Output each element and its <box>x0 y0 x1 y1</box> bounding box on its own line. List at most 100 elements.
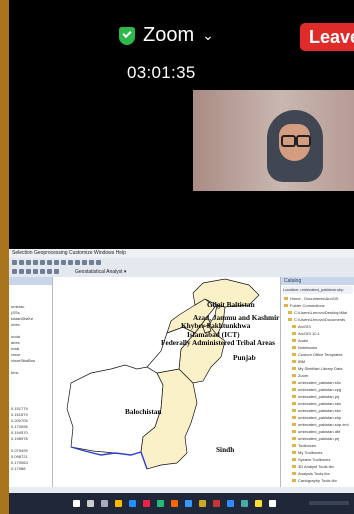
folder-icon <box>292 360 296 364</box>
tool-icon[interactable] <box>12 269 17 274</box>
tool-icon[interactable] <box>61 260 66 265</box>
catalog-item-label: Custom Office Templates <box>298 352 343 357</box>
folder-icon <box>284 304 288 308</box>
browser-icon[interactable] <box>129 500 136 507</box>
tool-icon[interactable] <box>96 260 101 265</box>
windows-taskbar <box>9 493 354 514</box>
geostatistical-analyst-menu[interactable]: Geostatistical Analyst ▾ <box>75 269 126 275</box>
catalog-item[interactable]: Analysis Tools.tbx <box>292 471 330 477</box>
catalog-item[interactable]: Zoom <box>292 373 308 379</box>
tool-icon[interactable] <box>68 260 73 265</box>
catalog-item[interactable]: umlecated_pakistan.shx <box>292 380 341 386</box>
task-view-icon[interactable] <box>101 500 108 507</box>
catalog-item-label: Audio <box>298 338 309 343</box>
catalog-item[interactable]: umlecated_pakistan.dbf <box>292 429 340 435</box>
tool-icon[interactable] <box>40 269 45 274</box>
catalog-item-label: umlecated_pakistan.prj <box>298 394 340 399</box>
catalog-item[interactable]: umlecated_pakistan.shp.xml <box>292 422 348 428</box>
catalog-item-label: Notebooks <box>298 345 318 350</box>
toc-item[interactable]: vinceStistBou <box>11 358 35 364</box>
toc-item[interactable]: ories <box>11 322 20 328</box>
tool-icon[interactable] <box>19 269 24 274</box>
catalog-item[interactable]: Toolboxes <box>292 443 316 449</box>
app-icon[interactable] <box>241 500 248 507</box>
folder-icon <box>292 346 296 350</box>
map-canvas[interactable]: Gilgit Baltistan Azad, Jammu and Kashmir… <box>53 277 279 487</box>
tool-icon[interactable] <box>75 260 80 265</box>
catalog-item-label: IBM <box>298 359 306 364</box>
video-gap <box>9 191 354 249</box>
meeting-timer: 03:01:35 <box>127 63 196 82</box>
folder-icon[interactable] <box>115 500 122 507</box>
app-icon[interactable] <box>213 500 220 507</box>
toc-item[interactable]: bmc <box>11 370 19 376</box>
app-icon[interactable] <box>143 500 150 507</box>
app-icon[interactable] <box>199 500 206 507</box>
catalog-item[interactable]: umlecated_pakistan.cpg <box>292 387 341 393</box>
tool-icon[interactable] <box>47 260 52 265</box>
arcgis-app-icon[interactable] <box>255 500 262 507</box>
catalog-item[interactable]: umlecated_pakistan.prj <box>292 436 339 442</box>
toc-header <box>9 277 52 285</box>
catalog-item[interactable]: umlecated_pakistan.prj <box>292 394 339 400</box>
catalog-item[interactable]: Folder Connections <box>284 303 325 309</box>
system-tray[interactable] <box>309 501 349 505</box>
catalog-item[interactable]: Audio <box>292 338 308 344</box>
zoom-app-icon[interactable] <box>227 500 234 507</box>
catalog-item-label: umlecated_pakistan.cpg <box>298 387 342 392</box>
catalog-item[interactable]: Home - Documents\ArcGIS <box>284 296 338 302</box>
catalog-item[interactable]: Notebooks <box>292 345 317 351</box>
catalog-item[interactable]: C:\Users\Lenovo\Documents <box>288 317 345 323</box>
catalog-location-field[interactable]: Location: umlecated_pakistan.shp <box>283 286 353 294</box>
search-icon[interactable] <box>87 500 94 507</box>
catalog-item-label: Folder Connections <box>290 303 325 308</box>
folder-icon <box>292 332 296 336</box>
app-icon[interactable] <box>269 500 276 507</box>
tool-icon[interactable] <box>54 269 59 274</box>
folder-icon <box>292 339 296 343</box>
folder-icon <box>292 409 296 413</box>
tool-icon[interactable] <box>26 269 31 274</box>
folder-icon <box>292 395 296 399</box>
catalog-item[interactable]: umlecated_pakistan.sbx <box>292 408 341 414</box>
tool-icon[interactable] <box>33 260 38 265</box>
app-icon[interactable] <box>185 500 192 507</box>
windows-start-icon[interactable] <box>73 500 80 507</box>
catalog-item[interactable]: My Toolboxes <box>292 450 322 456</box>
tool-icon[interactable] <box>40 260 45 265</box>
tool-icon[interactable] <box>82 260 87 265</box>
tool-icon[interactable] <box>47 269 52 274</box>
leave-button[interactable]: Leave <box>300 23 354 51</box>
tool-icon[interactable] <box>33 269 38 274</box>
tool-icon[interactable] <box>89 260 94 265</box>
catalog-item[interactable]: IBM <box>292 359 305 365</box>
folder-icon <box>292 325 296 329</box>
app-icon[interactable] <box>157 500 164 507</box>
label-gilgit-baltistan: Gilgit Baltistan <box>207 300 255 309</box>
folder-icon <box>292 437 296 441</box>
app-icon[interactable] <box>171 500 178 507</box>
label-punjab: Punjab <box>233 353 256 362</box>
tool-icon[interactable] <box>54 260 59 265</box>
folder-icon <box>292 416 296 420</box>
catalog-item[interactable]: Custom Office Templates <box>292 352 343 358</box>
catalog-item[interactable]: C:\Users\Lenovo\Desktop\Mai <box>288 310 347 316</box>
catalog-item[interactable]: umlecated_pakistan.shp <box>292 415 341 421</box>
participant-video[interactable] <box>193 90 354 191</box>
catalog-item[interactable]: My SheMart Library Data <box>292 366 342 372</box>
tool-icon[interactable] <box>26 260 31 265</box>
catalog-item[interactable]: System Toolboxes <box>292 457 330 463</box>
catalog-item-label: Cartography Tools.tbx <box>298 478 337 483</box>
catalog-item[interactable]: 3D Analyst Tools.tbx <box>292 464 334 470</box>
arcmap-menubar[interactable]: Selection Geoprocessing Customize Window… <box>9 249 354 258</box>
catalog-item[interactable]: umlecated_pakistan.sbn <box>292 401 341 407</box>
catalog-item[interactable]: ArcGIS <box>292 324 311 330</box>
zoom-menu-button[interactable]: Zoom ⌄ <box>119 24 214 47</box>
catalog-item[interactable]: ArcGIS 10.1 <box>292 331 320 337</box>
toc-item: 0.17988 <box>11 466 26 471</box>
folder-icon <box>292 423 296 427</box>
catalog-item-label: umlecated_pakistan.sbn <box>298 401 342 406</box>
tool-icon[interactable] <box>12 260 17 265</box>
catalog-item[interactable]: Cartography Tools.tbx <box>292 478 337 484</box>
tool-icon[interactable] <box>19 260 24 265</box>
